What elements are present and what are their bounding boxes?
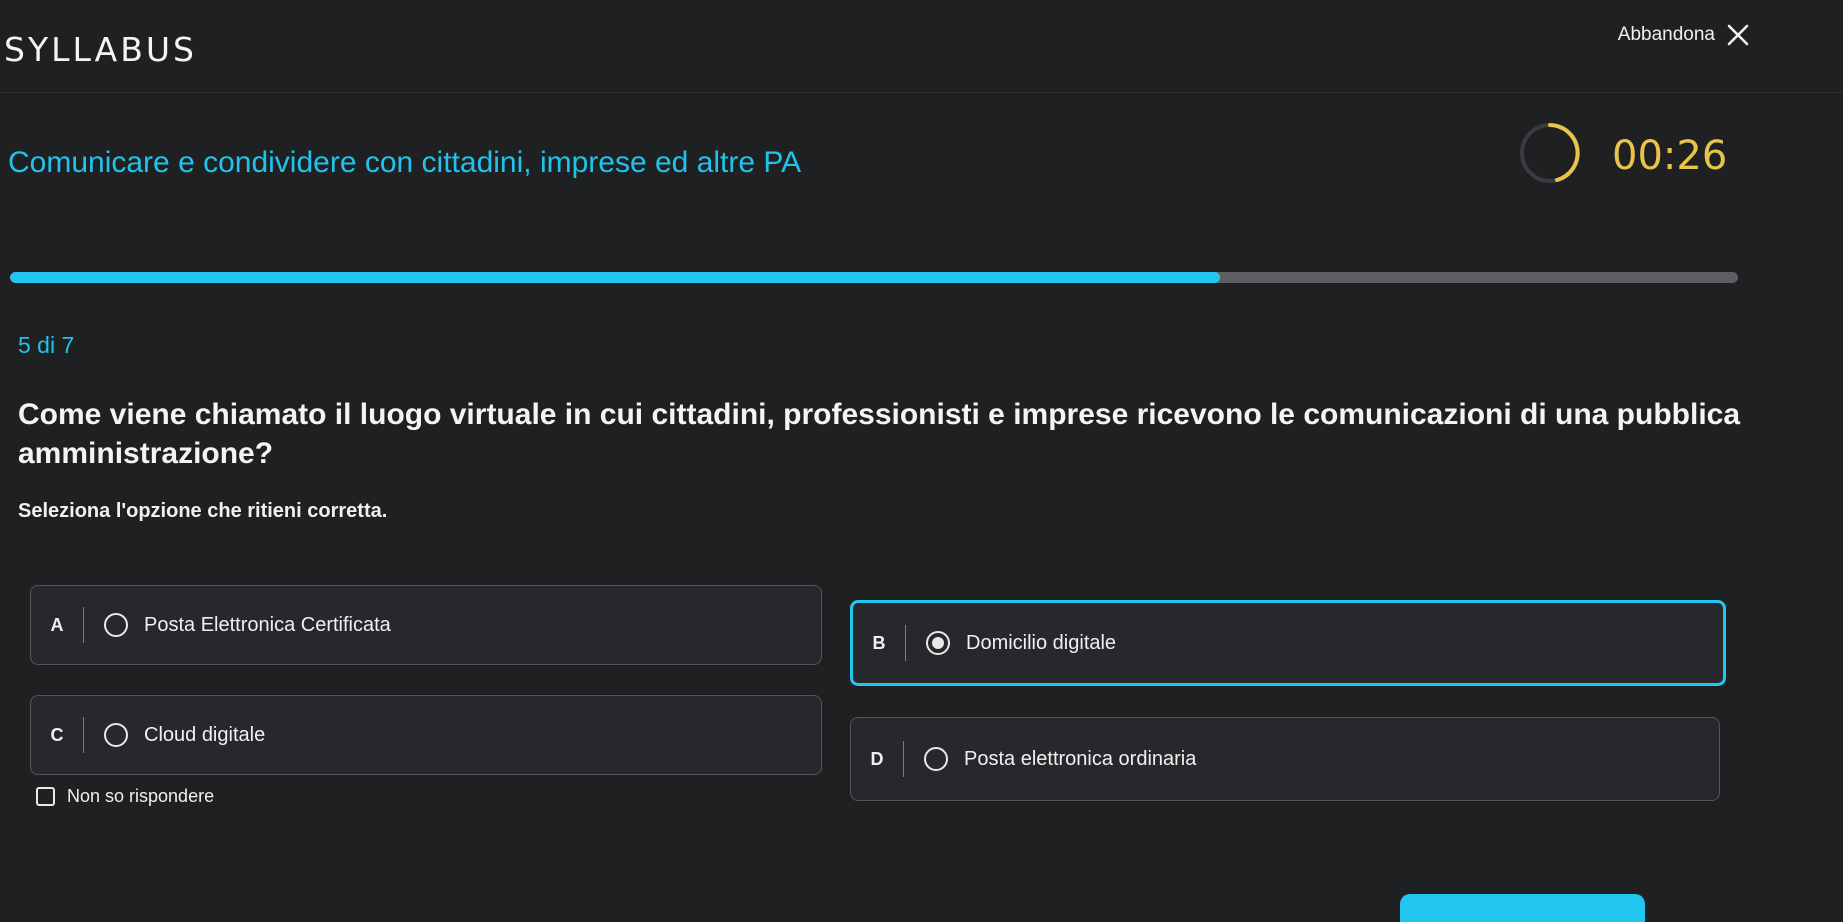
radio-icon[interactable]: [104, 723, 128, 747]
option-letter: C: [50, 724, 64, 745]
option-divider: [903, 741, 904, 777]
quiz-page: SYLLABUS Abbandona Comunicare e condivid…: [0, 0, 1843, 922]
question-text: Come viene chiamato il luogo virtuale in…: [18, 398, 1741, 470]
timer-text: 00:26: [1612, 133, 1728, 179]
option-b[interactable]: B Domicilio digitale: [850, 600, 1726, 686]
quit-label: Abbandona: [1617, 24, 1715, 45]
radio-icon[interactable]: [924, 747, 948, 771]
timer-ring-icon: [1520, 123, 1580, 183]
option-a[interactable]: A Posta Elettronica Certificata: [30, 585, 822, 665]
question-counter: 5 di 7: [18, 332, 75, 358]
option-label: Posta elettronica ordinaria: [964, 747, 1197, 770]
radio-selected-dot: [932, 637, 944, 649]
next-button[interactable]: [1400, 894, 1645, 922]
quit-button[interactable]: Abbandona: [1618, 22, 1751, 48]
option-letter: D: [870, 748, 884, 769]
radio-icon[interactable]: [926, 631, 950, 655]
syllabus-logo: SYLLABUS: [4, 30, 197, 69]
option-letter: B: [872, 632, 886, 653]
option-label: Posta Elettronica Certificata: [144, 613, 391, 636]
option-c[interactable]: C Cloud digitale: [30, 695, 822, 775]
checkbox-icon[interactable]: [36, 787, 55, 806]
close-icon[interactable]: [1725, 22, 1751, 48]
progress-bar: [10, 272, 1738, 283]
option-divider: [905, 625, 906, 661]
skip-label: Non so rispondere: [67, 786, 215, 806]
option-divider: [83, 607, 84, 643]
option-divider: [83, 717, 84, 753]
progress-fill: [10, 272, 1220, 283]
header-divider: [0, 92, 1843, 93]
instruction-text: Seleziona l'opzione che ritieni corretta…: [18, 500, 388, 522]
course-title: Comunicare e condividere con cittadini, …: [8, 146, 802, 179]
skip-checkbox[interactable]: Non so rispondere: [36, 786, 214, 807]
option-d[interactable]: D Posta elettronica ordinaria: [850, 717, 1720, 801]
option-label: Cloud digitale: [144, 723, 266, 746]
option-label: Domicilio digitale: [966, 631, 1117, 654]
radio-icon[interactable]: [104, 613, 128, 637]
option-letter: A: [50, 614, 64, 635]
